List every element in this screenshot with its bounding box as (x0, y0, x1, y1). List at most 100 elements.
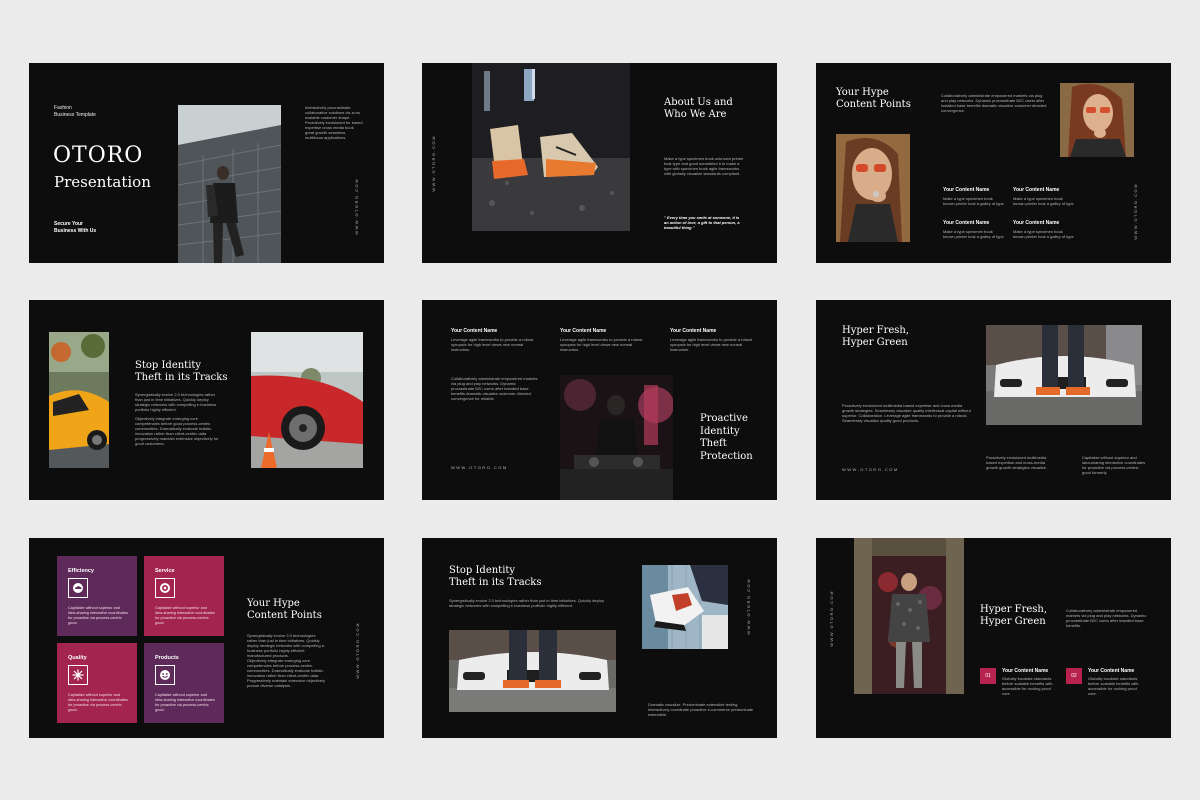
content-item-text: Make a type specimen book known printer … (943, 228, 1004, 239)
content-item-text: Make a type specimen book known printer … (1013, 195, 1074, 206)
slide-body-1: Synergistically evolve 2.0 technologies … (247, 633, 326, 658)
content-item-name: Your Content Name (1013, 187, 1060, 193)
photo-man-building (178, 105, 281, 263)
photo-white-car (986, 325, 1142, 425)
photo-woman-sunglasses-large (836, 134, 910, 242)
content-column: Your Content Name Leverage agile framewo… (670, 328, 760, 352)
card-text: Capitalize without superior and idea-sha… (68, 693, 128, 712)
slide-1[interactable]: Fashion Business Template OTORO Presenta… (29, 63, 384, 263)
website-url: WWW.OTORO.COM (829, 590, 834, 647)
content-item-name: Your Content Name (1088, 668, 1135, 674)
website-url: WWW.OTORO.COM (354, 178, 359, 235)
slide-subtitle: Fashion Business Template (54, 105, 96, 118)
slide-title: Stop Identity Theft in its Tracks (135, 360, 228, 383)
card-text: Capitalize without superior and idea-sha… (155, 693, 215, 712)
content-column-name: Your Content Name (451, 328, 498, 334)
website-url: WWW.OTORO.COM (355, 622, 360, 679)
smile-icon (155, 665, 175, 685)
slide-title: About Us and Who We Are (664, 97, 733, 120)
website-url: WWW.OTORO.COM (1133, 183, 1138, 240)
content-item-name: Your Content Name (943, 187, 990, 193)
content-item: Your Content Name Make a type specimen b… (1013, 220, 1075, 239)
card-title: Service (155, 568, 175, 574)
photo-dj (560, 375, 673, 500)
slide-title-line2: Presentation (54, 173, 151, 191)
card-products[interactable]: Products Capitalize without superior and… (144, 643, 224, 723)
slide-body-2: Objectively integrate emerging core comp… (135, 416, 219, 446)
content-column-name: Your Content Name (560, 328, 607, 334)
content-column: Your Content Name Leverage agile framewo… (451, 328, 541, 352)
slide-title: OTORO (53, 143, 144, 168)
card-title: Products (155, 655, 179, 661)
slide-bottom-text: Dramatic visualize. Predominate extensib… (648, 702, 754, 717)
content-column-text: Leverage agile frameworks to provide a r… (451, 336, 534, 352)
slide-intro: Collaboratively administrate empowered m… (941, 93, 1047, 113)
slide-tagline: Secure Your Business With Us (54, 221, 97, 234)
content-item-name: Your Content Name (1013, 220, 1060, 226)
slide-col-1: Proactively envisioned multimedia based … (986, 455, 1048, 470)
slide-2[interactable]: WWW.OTORO.COM About Us and Who We Are Ma… (422, 63, 777, 263)
content-column-text: Leverage agile frameworks to provide a r… (670, 336, 753, 352)
content-item: Your Content Name Make a type specimen b… (943, 220, 1005, 239)
slide-title: Proactive Identity Theft Protection (700, 413, 753, 462)
slide-6[interactable]: Hyper Fresh, Hyper Green Proactively env… (816, 300, 1171, 500)
slide-title: Your Hype Content Points (836, 87, 911, 110)
slide-title: Your Hype Content Points (247, 598, 322, 621)
slide-body: Proactively envisioned multimedia based … (842, 403, 971, 423)
slide-title: Stop Identity Theft in its Tracks (449, 565, 542, 588)
slide-quote: " Every time you smile at someone, it is… (664, 215, 740, 230)
content-item: Your Content Name Make a type specimen b… (1013, 187, 1075, 206)
content-item-text: Globally incubate standards before scala… (1002, 675, 1053, 696)
slide-8[interactable]: Stop Identity Theft in its Tracks Synerg… (422, 538, 777, 738)
content-item: Your Content Name Globally incubate stan… (1088, 668, 1144, 696)
photo-man-graffiti (854, 538, 964, 694)
content-item-text: Make a type specimen book known printer … (1013, 228, 1074, 239)
photo-white-car (449, 630, 616, 712)
slide-7[interactable]: Efficiency Capitalize without superior a… (29, 538, 384, 738)
number-badge: 01 (980, 668, 996, 684)
slide-title: Hyper Fresh, Hyper Green (842, 325, 910, 348)
slide-5[interactable]: Your Content Name Leverage agile framewo… (422, 300, 777, 500)
website-url: WWW.OTORO.COM (451, 465, 508, 470)
slide-col-2: Capitalize without superior and idea-sha… (1082, 455, 1146, 475)
photo-red-car (251, 332, 363, 468)
slide-body: Interactively procrastinate collaborativ… (305, 105, 363, 140)
slide-title: Hyper Fresh, Hyper Green (980, 604, 1048, 627)
slide-intro: Collaboratively administrate empowered m… (1066, 608, 1147, 628)
content-column-name: Your Content Name (670, 328, 717, 334)
website-url: WWW.OTORO.COM (746, 578, 751, 635)
content-item-text: Globally incubate standards before scala… (1088, 675, 1139, 696)
content-column-text: Leverage agile frameworks to provide a r… (560, 336, 643, 352)
card-service[interactable]: Service Capitalize without superior and … (144, 556, 224, 636)
card-title: Quality (68, 655, 87, 661)
card-text: Capitalize without superior and idea-sha… (155, 606, 215, 625)
website-url: WWW.OTORO.COM (431, 135, 436, 192)
content-column: Your Content Name Leverage agile framewo… (560, 328, 650, 352)
website-url: WWW.OTORO.COM (842, 467, 899, 472)
card-efficiency[interactable]: Efficiency Capitalize without superior a… (57, 556, 137, 636)
slide-9[interactable]: WWW.OTORO.COM Hyper Fresh, Hyper Green C… (816, 538, 1171, 738)
slide-body-1: Synergistically evolve 2.0 technologies … (135, 392, 217, 412)
number-badge: 02 (1066, 668, 1082, 684)
card-quality[interactable]: Quality Capitalize without superior and … (57, 643, 137, 723)
content-item: Your Content Name Make a type specimen b… (943, 187, 1005, 206)
photo-woman-sunglasses-small (1060, 83, 1134, 157)
content-item-text: Make a type specimen book known printer … (943, 195, 1004, 206)
slide-body: Synergistically evolve 2.0 technologies … (449, 598, 604, 608)
slide-4[interactable]: Stop Identity Theft in its Tracks Synerg… (29, 300, 384, 500)
slide-body: Make a type specimen book unknown printe… (664, 156, 744, 176)
content-item-name: Your Content Name (1002, 668, 1049, 674)
photo-yellow-car (49, 332, 109, 468)
content-item-name: Your Content Name (943, 220, 990, 226)
photo-sneaker-closeup (642, 565, 728, 649)
content-item: Your Content Name Globally incubate stan… (1002, 668, 1058, 696)
slide-body: Collaboratively administrate empowered m… (451, 376, 538, 401)
card-text: Capitalize without superior and idea-sha… (68, 606, 128, 625)
slide-body-2: Objectively integrate emerging core comp… (247, 658, 326, 688)
target-icon (155, 578, 175, 598)
photo-sneakers (472, 63, 630, 231)
sparkle-icon (68, 665, 88, 685)
slide-3[interactable]: Your Hype Content Points Collaboratively… (816, 63, 1171, 263)
cloud-icon (68, 578, 88, 598)
card-title: Efficiency (68, 568, 94, 574)
